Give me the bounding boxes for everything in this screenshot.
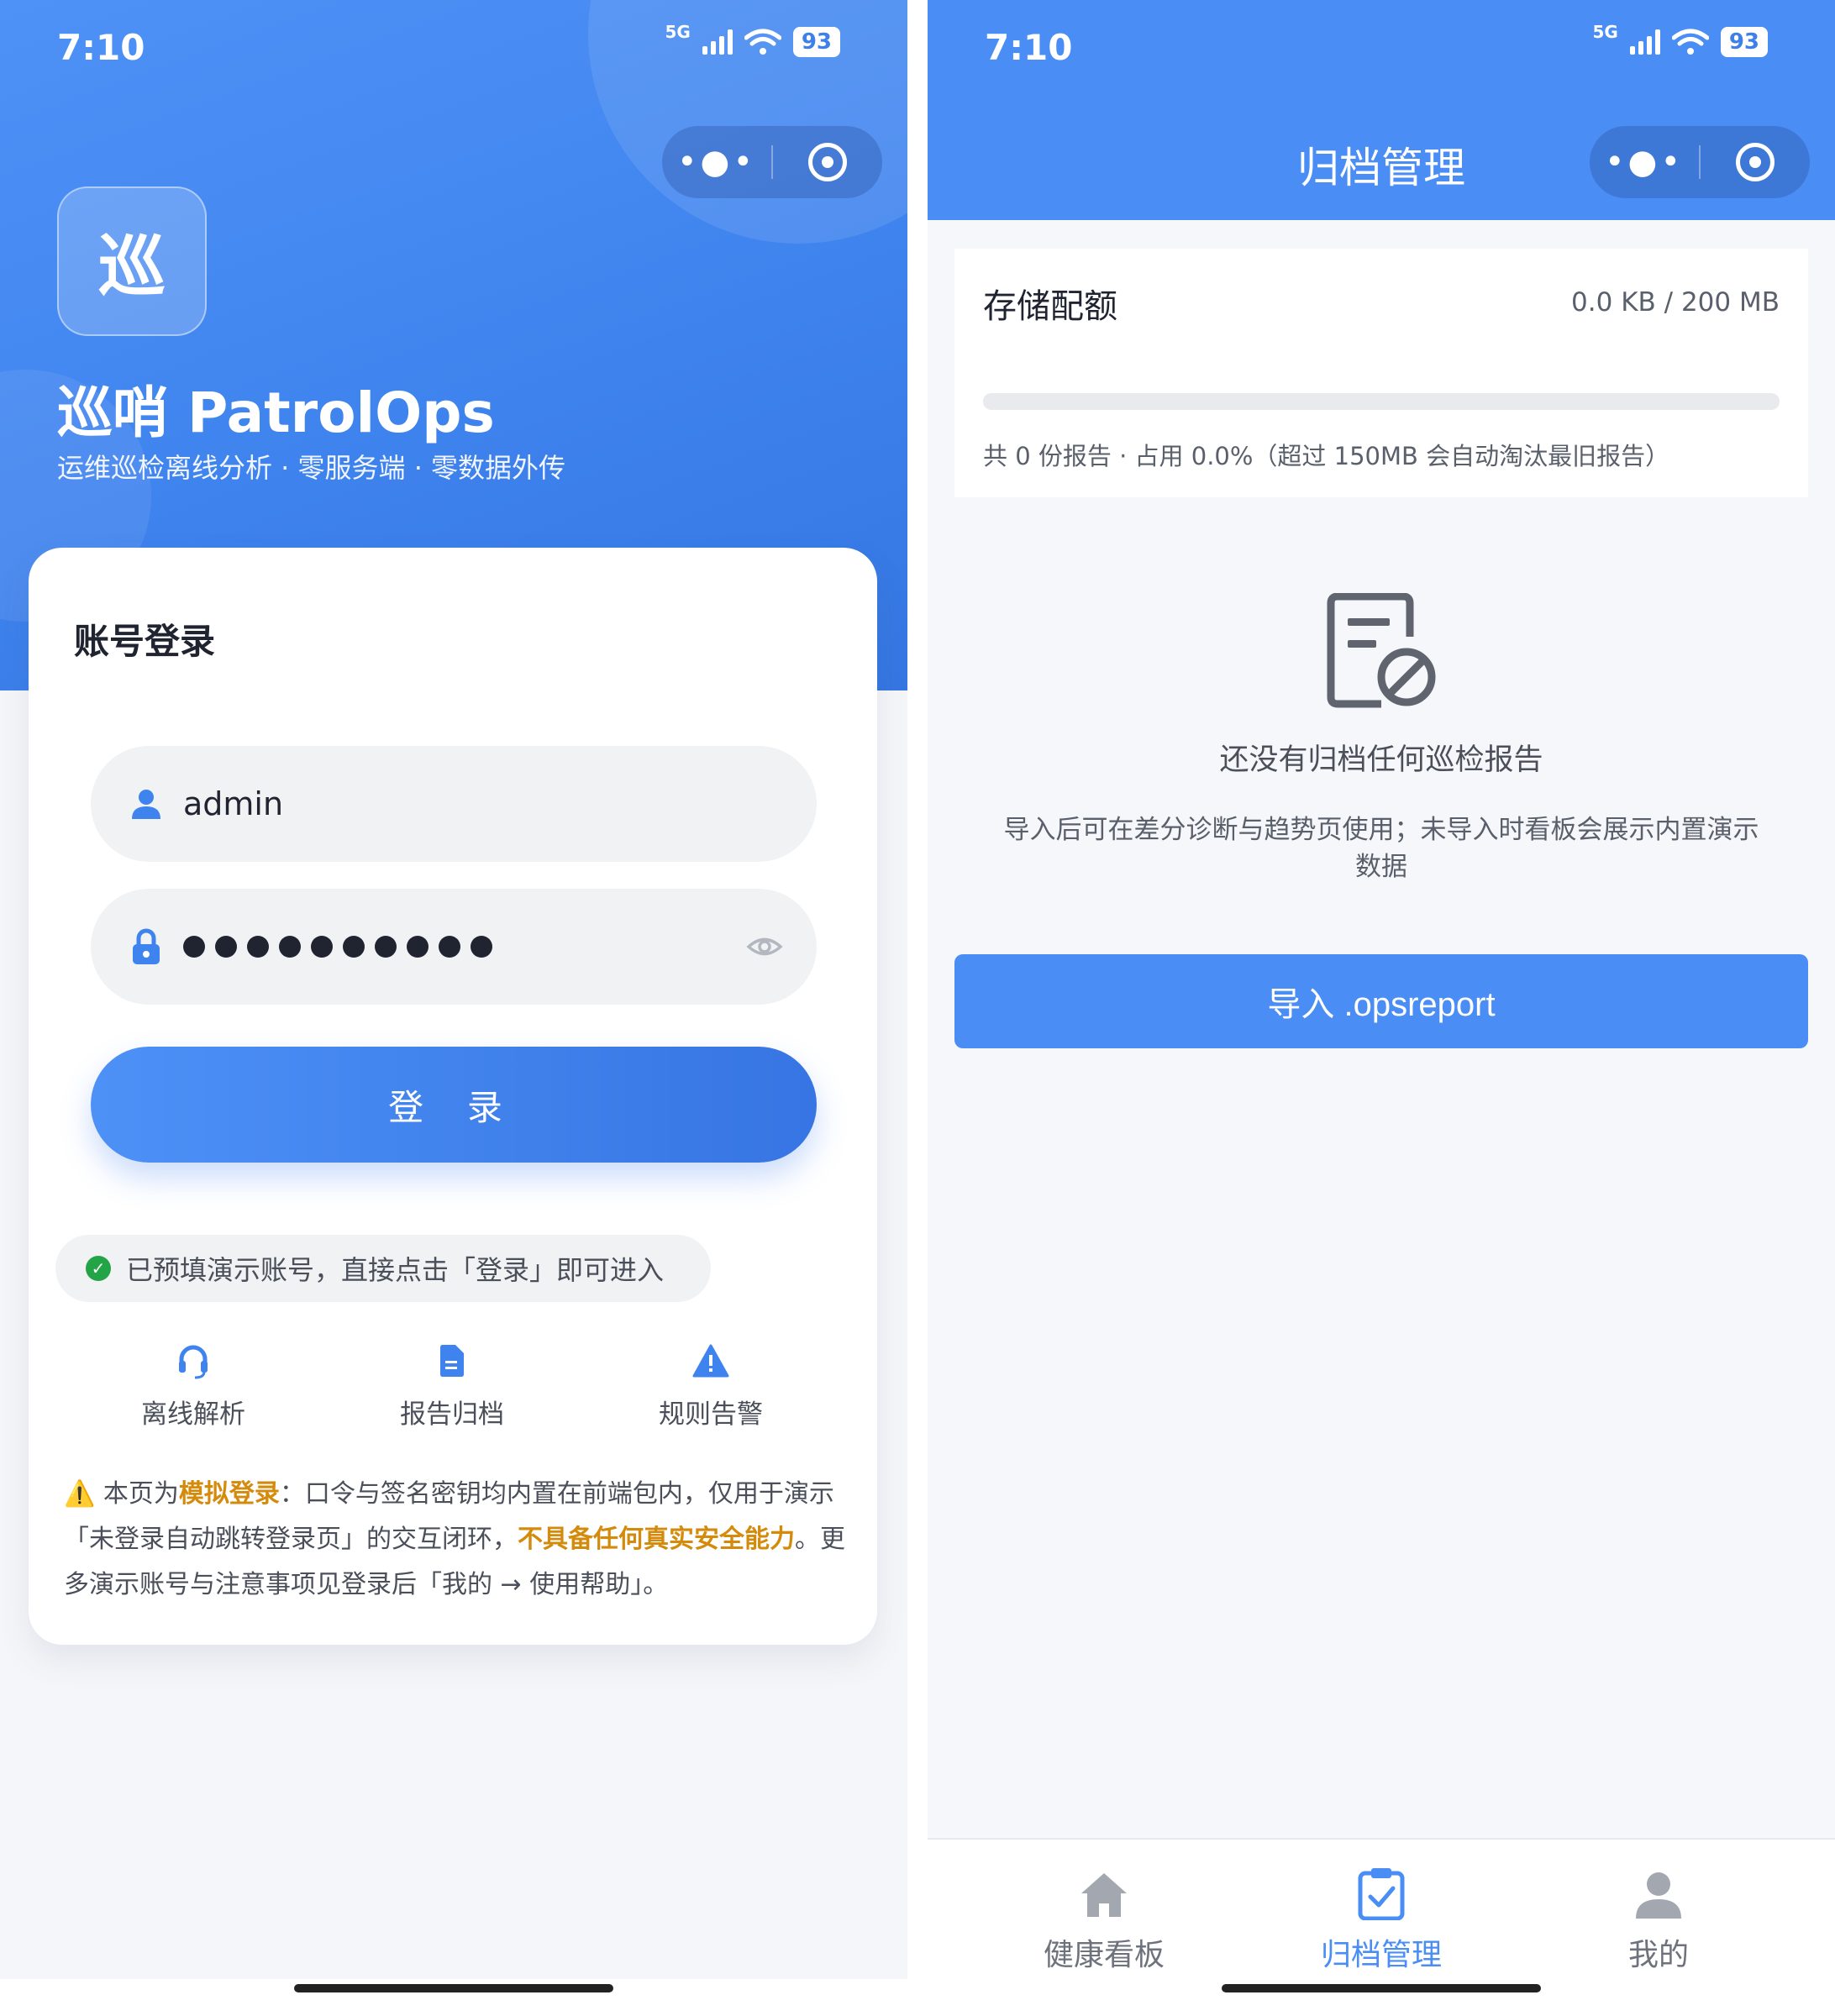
- status-icons: 5G 93: [665, 22, 840, 57]
- clipboard-check-icon: [1272, 1860, 1491, 1920]
- warning-emoji-icon: ⚠️: [64, 1479, 96, 1509]
- more-dots-icon[interactable]: •●•: [1590, 126, 1699, 198]
- feature-item-archive: 报告归档: [351, 1344, 553, 1431]
- headset-icon: [92, 1344, 294, 1381]
- feature-label: 离线解析: [141, 1399, 245, 1430]
- empty-state-desc: 导入后可在差分诊断与趋势页使用；未导入时看板会展示内置演示数据: [1003, 815, 1759, 882]
- target-icon[interactable]: [773, 143, 882, 181]
- quota-title: 存储配额: [983, 287, 1117, 326]
- status-time: 7:10: [57, 27, 145, 68]
- signal-icon: [702, 29, 733, 55]
- username-field[interactable]: admin: [91, 746, 817, 862]
- warning-icon: [610, 1344, 812, 1381]
- target-icon[interactable]: [1701, 143, 1810, 181]
- tab-archive-management[interactable]: 归档管理: [1272, 1860, 1491, 1974]
- check-circle-icon: ✓: [86, 1256, 111, 1281]
- status-icons: 5G 93: [1592, 22, 1768, 57]
- eye-icon[interactable]: [746, 931, 783, 966]
- feature-item-offline: 离线解析: [92, 1344, 294, 1431]
- document-forbidden-icon: [1322, 592, 1440, 714]
- login-screen: 7:10 5G 93 •●• 巡 巡哨 PatrolOps 运维巡检离线分析 ·…: [0, 0, 907, 2016]
- app-logo: 巡: [57, 186, 207, 336]
- notice-text: 本页为: [103, 1479, 179, 1509]
- status-bar: 7:10 5G 93: [928, 0, 1835, 101]
- notice-highlight: 模拟登录: [178, 1479, 280, 1509]
- quota-progress-bar: [983, 393, 1780, 410]
- storage-quota-card: 存储配额 0.0 KB / 200 MB 共 0 份报告 · 占用 0.0%（超…: [954, 249, 1808, 497]
- tab-mine[interactable]: 我的: [1549, 1860, 1768, 1974]
- battery-indicator: 93: [792, 27, 840, 57]
- signal-icon: [1629, 29, 1660, 55]
- tab-label: 健康看板: [1043, 1938, 1165, 1972]
- status-time: 7:10: [985, 27, 1073, 68]
- tab-health-dashboard[interactable]: 健康看板: [995, 1860, 1213, 1974]
- mini-program-capsule: •●•: [1590, 126, 1810, 198]
- lock-icon: [128, 928, 165, 965]
- feature-label: 报告归档: [400, 1399, 504, 1430]
- network-label: 5G: [1592, 22, 1618, 42]
- password-field[interactable]: [91, 889, 817, 1005]
- network-label: 5G: [665, 22, 691, 42]
- home-icon: [995, 1860, 1213, 1920]
- wifi-icon: [744, 29, 781, 55]
- wifi-icon: [1671, 29, 1709, 55]
- app-brand-title: 巡哨 PatrolOps: [57, 381, 495, 445]
- quota-summary: 共 0 份报告 · 占用 0.0%（超过 150MB 会自动淘汰最旧报告）: [983, 442, 1670, 470]
- login-button[interactable]: 登 录: [91, 1047, 817, 1163]
- password-value[interactable]: [183, 936, 492, 958]
- demo-notice: ⚠️ 本页为模拟登录：口令与签名密钥均内置在前端包内，仅用于演示「未登录自动跳转…: [64, 1472, 854, 1608]
- app-slogan: 运维巡检离线分析 · 零服务端 · 零数据外传: [57, 452, 566, 484]
- home-indicator: [1222, 1984, 1541, 1992]
- status-bar: 7:10 5G 93: [0, 0, 907, 101]
- archive-screen: 7:10 5G 93 归档管理 •●• 存储配额 0.0 KB / 200 MB…: [928, 0, 1835, 2016]
- mini-program-capsule: •●•: [662, 126, 882, 198]
- more-dots-icon[interactable]: •●•: [662, 126, 771, 198]
- prefill-hint-text: 已预填演示账号，直接点击「登录」即可进入: [126, 1254, 665, 1286]
- document-icon: [351, 1344, 553, 1381]
- login-card-title: 账号登录: [74, 621, 216, 662]
- feature-item-alert: 规则告警: [610, 1344, 812, 1431]
- quota-size: 0.0 KB / 200 MB: [1571, 287, 1780, 318]
- import-opsreport-button[interactable]: 导入 .opsreport: [954, 954, 1808, 1048]
- tab-label: 归档管理: [1320, 1938, 1442, 1972]
- notice-highlight: 不具备任何真实安全能力: [518, 1525, 795, 1554]
- feature-label: 规则告警: [659, 1399, 763, 1430]
- user-icon: [128, 787, 165, 821]
- battery-indicator: 93: [1720, 27, 1768, 57]
- empty-state-title: 还没有归档任何巡检报告: [1219, 743, 1543, 777]
- home-indicator: [294, 1984, 613, 1992]
- person-icon: [1549, 1860, 1768, 1920]
- username-value[interactable]: admin: [183, 785, 283, 822]
- tab-label: 我的: [1627, 1938, 1689, 1972]
- prefill-hint: ✓ 已预填演示账号，直接点击「登录」即可进入: [55, 1235, 711, 1302]
